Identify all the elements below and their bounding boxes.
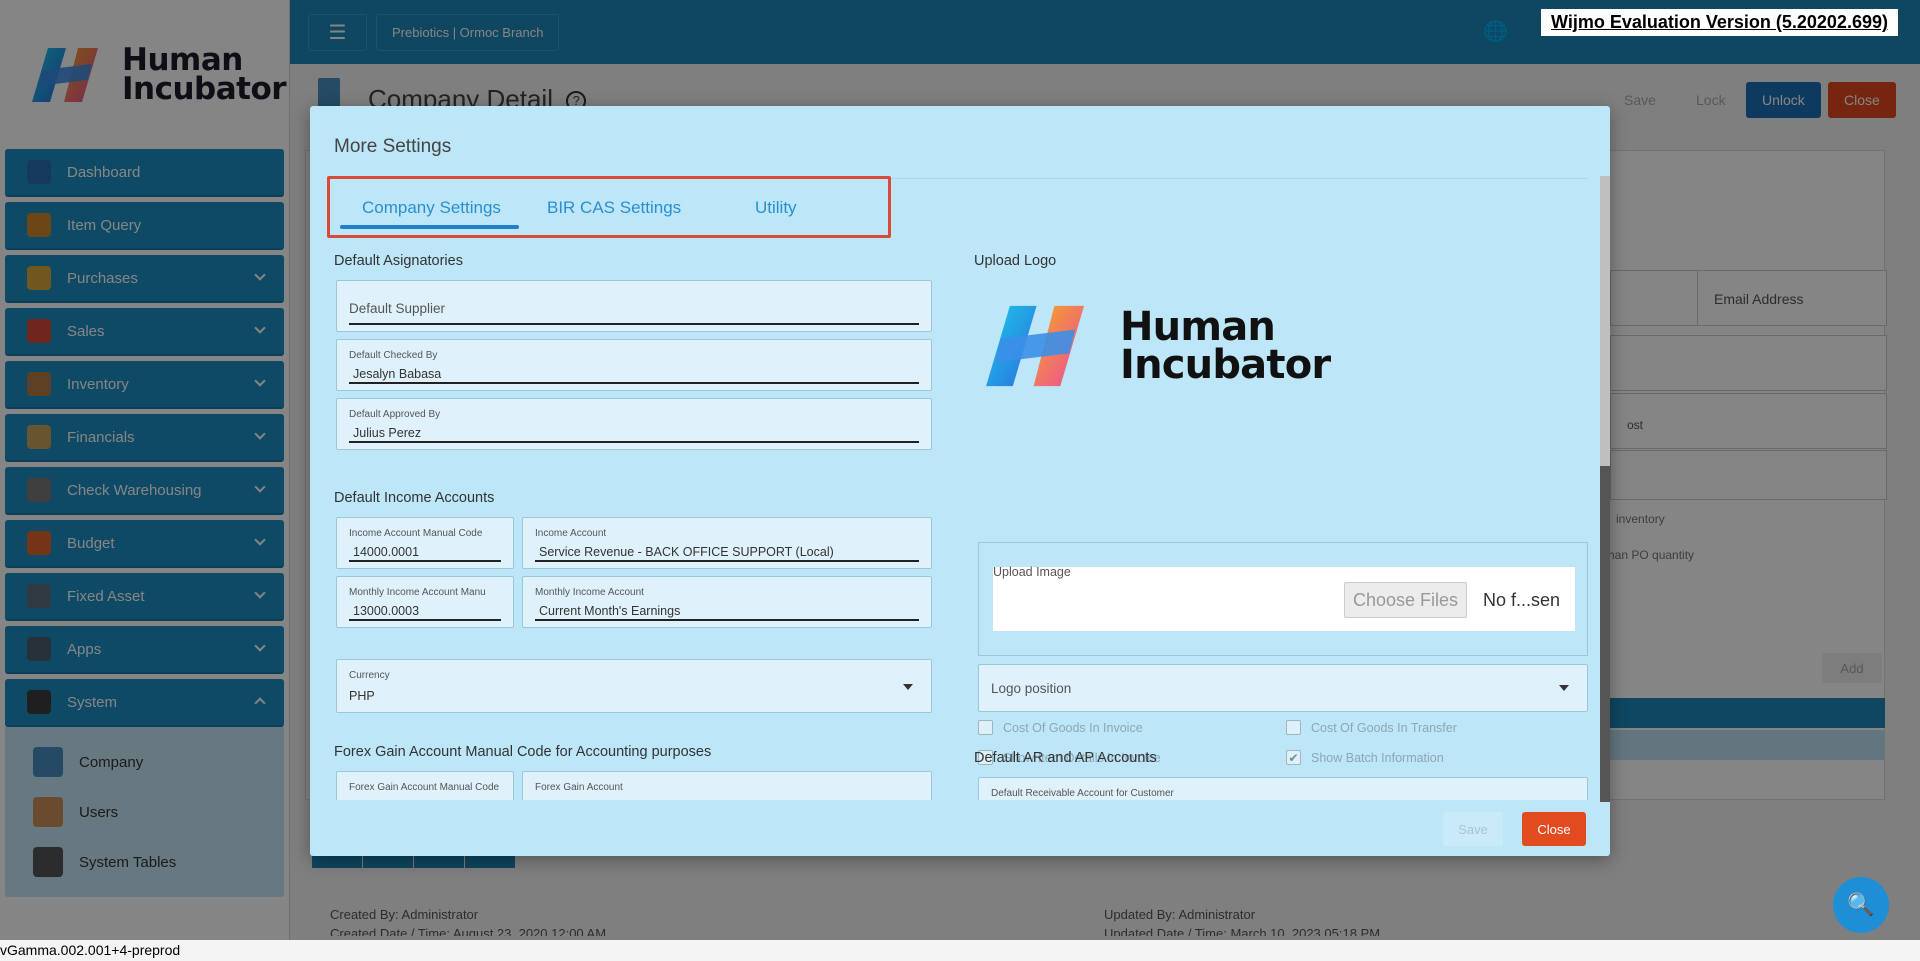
default-checked-by-value: Jesalyn Babasa <box>353 367 442 381</box>
upload-image-label: Upload Image <box>993 565 1071 579</box>
field-underline <box>349 323 919 325</box>
logo-position-placeholder: Logo position <box>991 681 1072 696</box>
checkbox-unchecked-icon[interactable] <box>978 720 993 735</box>
field-underline <box>349 619 501 621</box>
scrollbar-thumb[interactable] <box>1600 176 1610 466</box>
logo-position-select[interactable]: Logo position <box>978 664 1588 712</box>
upload-logo-heading: Upload Logo <box>974 253 1057 269</box>
forex-gain-code-label: Forex Gain Account Manual Code <box>349 782 500 793</box>
monthly-income-code-field[interactable]: Monthly Income Account Manu 13000.0003 <box>336 576 514 628</box>
forex-gain-heading: Forex Gain Account Manual Code for Accou… <box>334 744 712 760</box>
checkbox-unchecked-icon[interactable] <box>1286 720 1301 735</box>
income-account-field[interactable]: Income Account Service Revenue - BACK OF… <box>522 517 932 569</box>
tab-highlight-box <box>327 176 891 238</box>
checkbox-label: Show Batch Information <box>1311 750 1444 765</box>
default-supplier-placeholder: Default Supplier <box>349 301 446 316</box>
monthly-income-account-value: Current Month's Earnings <box>539 604 681 618</box>
currency-value: PHP <box>349 689 375 703</box>
forex-gain-account-field[interactable]: Forex Gain Account <box>522 771 932 800</box>
modal-title: More Settings <box>334 136 452 157</box>
checkbox-label: Cost Of Goods In Transfer <box>1311 720 1457 735</box>
checkbox-checked-icon[interactable]: ✔ <box>1286 750 1301 765</box>
checkbox-cost-of-goods-in-invoice[interactable]: Cost Of Goods In Invoice <box>978 720 1143 735</box>
ar-ap-accounts-heading: Default AR and AP Accounts <box>974 750 1157 766</box>
default-receivable-account-field[interactable]: Default Receivable Account for Customer <box>978 777 1588 800</box>
default-supplier-field[interactable]: Default Supplier <box>336 280 932 332</box>
income-account-code-label: Income Account Manual Code <box>349 528 483 539</box>
wijmo-watermark[interactable]: Wijmo Evaluation Version (5.20202.699) <box>1541 9 1898 36</box>
field-underline <box>535 560 919 562</box>
default-approved-by-field[interactable]: Default Approved By Julius Perez <box>336 398 932 450</box>
monthly-income-code-value: 13000.0003 <box>353 604 420 618</box>
currency-select[interactable]: Currency PHP <box>336 659 932 713</box>
income-account-code-value: 14000.0001 <box>353 545 420 559</box>
default-checked-by-label: Default Checked By <box>349 350 438 361</box>
company-logo-preview: Human Incubator <box>982 300 1331 392</box>
default-receivable-account-label: Default Receivable Account for Customer <box>991 788 1174 799</box>
upload-image-field: Upload Image Choose Files No f...sen <box>978 542 1588 656</box>
default-asignatories-heading: Default Asignatories <box>334 253 463 269</box>
income-account-value: Service Revenue - BACK OFFICE SUPPORT (L… <box>539 545 834 559</box>
search-fab-button[interactable]: 🔍 <box>1833 877 1889 933</box>
monthly-income-account-field[interactable]: Monthly Income Account Current Month's E… <box>522 576 932 628</box>
default-approved-by-value: Julius Perez <box>353 426 422 440</box>
field-underline <box>349 441 919 443</box>
monthly-income-code-label: Monthly Income Account Manu <box>349 587 486 598</box>
income-account-code-field[interactable]: Income Account Manual Code 14000.0001 <box>336 517 514 569</box>
checkbox-cost-of-goods-in-transfer[interactable]: Cost Of Goods In Transfer <box>1286 720 1457 735</box>
chevron-down-icon <box>1559 685 1569 691</box>
default-approved-by-label: Default Approved By <box>349 409 441 420</box>
monthly-income-account-label: Monthly Income Account <box>535 587 644 598</box>
modal-save-button[interactable]: Save <box>1443 812 1503 846</box>
income-account-label: Income Account <box>535 528 607 539</box>
human-incubator-logo-icon <box>986 305 1085 387</box>
field-underline <box>349 560 501 562</box>
default-checked-by-field[interactable]: Default Checked By Jesalyn Babasa <box>336 339 932 391</box>
modal-close-button[interactable]: Close <box>1522 812 1586 846</box>
search-icon: 🔍 <box>1847 892 1875 917</box>
no-file-chosen-text: No f...sen <box>1483 590 1561 610</box>
file-input-area[interactable]: Upload Image Choose Files No f...sen <box>993 565 1575 631</box>
version-label: vGamma.002.001+4-preprod <box>0 942 181 958</box>
default-income-accounts-heading: Default Income Accounts <box>334 490 495 506</box>
logo-preview-wordmark: Human Incubator <box>1120 304 1331 388</box>
currency-label: Currency <box>349 670 390 681</box>
choose-files-button[interactable]: Choose Files <box>1343 582 1467 618</box>
forex-gain-code-field[interactable]: Forex Gain Account Manual Code <box>336 771 514 800</box>
forex-gain-account-label: Forex Gain Account <box>535 782 623 793</box>
checkbox-label: Cost Of Goods In Invoice <box>1003 720 1143 735</box>
field-underline <box>535 619 919 621</box>
field-underline <box>349 382 919 384</box>
chevron-down-icon <box>903 684 913 690</box>
modal-content: Default Asignatories Default Supplier De… <box>332 246 1596 800</box>
checkbox-show-batch-information[interactable]: ✔ Show Batch Information <box>1286 750 1444 765</box>
more-settings-modal: More Settings Company Settings BIR CAS S… <box>310 106 1610 856</box>
modal-scrollbar[interactable] <box>1600 176 1610 802</box>
